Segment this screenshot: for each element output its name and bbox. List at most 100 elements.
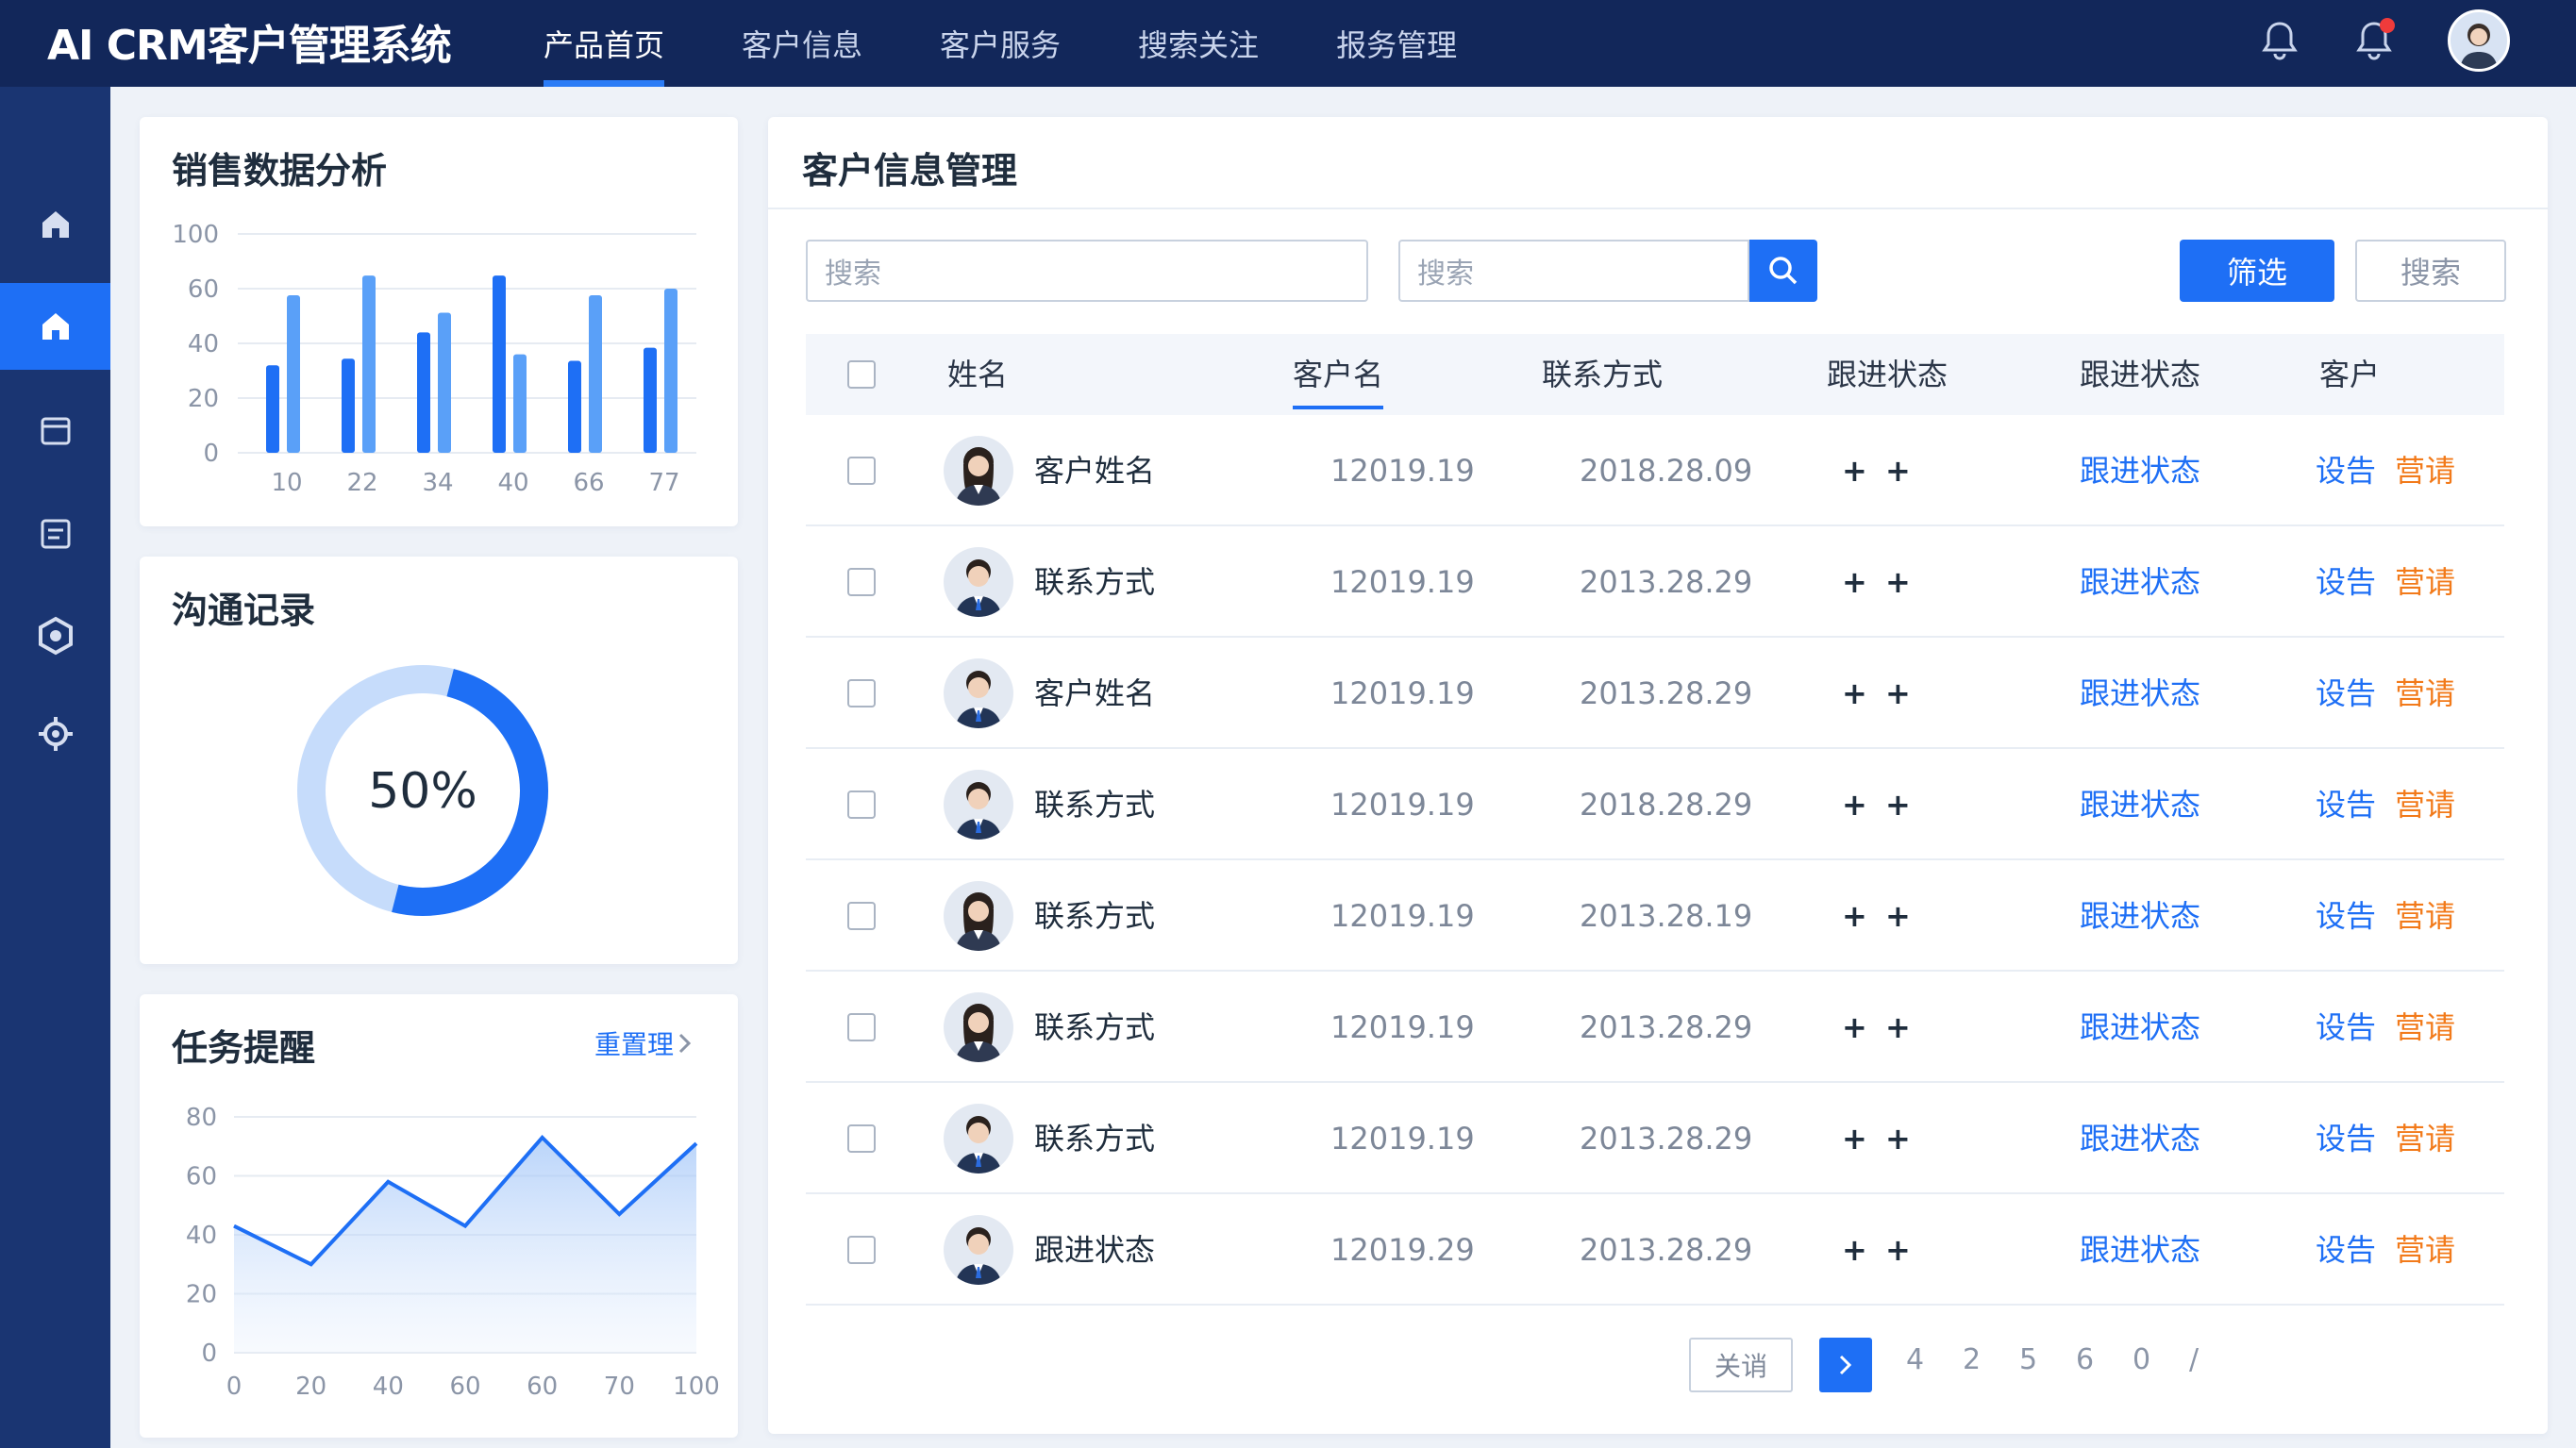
follow-status-link[interactable]: 跟进状态	[2080, 415, 2200, 526]
table-row[interactable]: 联系方式 12019.19 2013.28.29 + + 跟进状态 设告 营请	[806, 526, 2504, 638]
row-action-request[interactable]: 营请	[2395, 1083, 2455, 1194]
search-button[interactable]	[1749, 240, 1817, 302]
row-action-request[interactable]: 营请	[2395, 638, 2455, 749]
area-fill	[234, 1137, 696, 1353]
row-action-settings[interactable]: 设告	[2316, 972, 2376, 1083]
search-input-primary-placeholder: 搜索	[825, 258, 881, 291]
row-action-request[interactable]: 营请	[2395, 972, 2455, 1083]
row-checkbox[interactable]	[847, 1236, 876, 1264]
nav-item-customer-service[interactable]: 客户服务	[906, 0, 1095, 87]
follow-status-link[interactable]: 跟进状态	[2080, 1194, 2200, 1306]
contact-date: 2013.28.29	[1580, 675, 1753, 711]
customer-code: 12019.19	[1330, 1121, 1475, 1157]
status-value: + +	[1842, 787, 1915, 823]
follow-status-link[interactable]: 跟进状态	[2080, 1083, 2200, 1194]
search-input-primary[interactable]: 搜索	[806, 240, 1368, 302]
app-title: AI CRM客户管理系统	[47, 22, 452, 70]
pager-prev-button[interactable]: 关诮	[1689, 1338, 1793, 1392]
gear-icon[interactable]	[0, 691, 110, 777]
list-icon[interactable]	[0, 491, 110, 577]
header-contact[interactable]: 联系方式	[1542, 334, 1663, 415]
page-number[interactable]: 4	[1906, 1343, 1924, 1376]
sales-bar-chart: 100 60 40 20 0 10 22 34 40 66 77	[172, 221, 696, 497]
hexagon-settings-icon[interactable]	[0, 592, 110, 679]
bar	[362, 275, 376, 453]
nav-item-search-follow[interactable]: 搜索关注	[1104, 0, 1293, 87]
panel-divider	[768, 208, 2548, 209]
row-action-settings[interactable]: 设告	[2316, 638, 2376, 749]
table-row[interactable]: 联系方式 12019.19 2013.28.19 + + 跟进状态 设告 营请	[806, 860, 2504, 972]
follow-status-link[interactable]: 跟进状态	[2080, 972, 2200, 1083]
table-row[interactable]: 客户姓名 12019.19 2018.28.09 + + 跟进状态 设告 营请	[806, 415, 2504, 526]
bar	[342, 358, 355, 453]
filter-button[interactable]: 筛选	[2180, 240, 2334, 302]
row-action-request[interactable]: 营请	[2395, 860, 2455, 972]
top-bar: AI CRM客户管理系统 产品首页 客户信息 客户服务 搜索关注 报务管理	[0, 0, 2576, 87]
row-checkbox[interactable]	[847, 1013, 876, 1041]
row-checkbox[interactable]	[847, 902, 876, 930]
header-customer-name[interactable]: 客户名	[1293, 334, 1383, 415]
user-avatar[interactable]	[2448, 9, 2510, 72]
page-number[interactable]: /	[2189, 1343, 2199, 1376]
x-tick-label: 20	[295, 1373, 326, 1401]
pager-next-button[interactable]	[1819, 1338, 1872, 1392]
bar	[493, 275, 506, 453]
page-number[interactable]: 5	[2019, 1343, 2037, 1376]
header-follow-status[interactable]: 跟进状态	[1827, 334, 1948, 415]
task-area-chart: 80 60 40 20 00 20 40 60 60 70 100	[186, 1104, 720, 1401]
row-checkbox[interactable]	[847, 568, 876, 596]
header-name[interactable]: 姓名	[947, 334, 1008, 415]
header-customer[interactable]: 客户	[2319, 334, 2380, 415]
search-text-button[interactable]: 搜索	[2355, 240, 2506, 302]
home-icon[interactable]	[0, 181, 110, 268]
page-number[interactable]: 2	[1963, 1343, 1981, 1376]
row-checkbox[interactable]	[847, 679, 876, 707]
row-action-request[interactable]: 营请	[2395, 526, 2455, 638]
contact-date: 2013.28.29	[1580, 564, 1753, 600]
bar	[568, 360, 581, 453]
x-tick-label: 10	[271, 469, 302, 497]
row-action-settings[interactable]: 设告	[2316, 1083, 2376, 1194]
notification-bell-icon[interactable]	[2348, 14, 2400, 67]
y-tick-label: 40	[188, 330, 219, 358]
contact-date: 2013.28.19	[1580, 898, 1753, 934]
row-action-settings[interactable]: 设告	[2316, 749, 2376, 860]
bell-icon[interactable]	[2253, 14, 2306, 67]
follow-status-link[interactable]: 跟进状态	[2080, 749, 2200, 860]
follow-status-link[interactable]: 跟进状态	[2080, 526, 2200, 638]
header-follow-status-2[interactable]: 跟进状态	[2080, 334, 2200, 415]
customer-code: 12019.19	[1330, 1009, 1475, 1045]
row-action-settings[interactable]: 设告	[2316, 860, 2376, 972]
follow-status-link[interactable]: 跟进状态	[2080, 638, 2200, 749]
page-number[interactable]: 0	[2133, 1343, 2150, 1376]
follow-status-link[interactable]: 跟进状态	[2080, 860, 2200, 972]
nav-item-customer-info[interactable]: 客户信息	[708, 0, 896, 87]
table-row[interactable]: 跟进状态 12019.29 2013.28.29 + + 跟进状态 设告 营请	[806, 1194, 2504, 1306]
row-checkbox[interactable]	[847, 791, 876, 819]
table-row[interactable]: 客户姓名 12019.19 2013.28.29 + + 跟进状态 设告 营请	[806, 638, 2504, 749]
sidebar-item-home[interactable]	[0, 283, 110, 370]
row-action-request[interactable]: 营请	[2395, 749, 2455, 860]
table-row[interactable]: 联系方式 12019.19 2018.28.29 + + 跟进状态 设告 营请	[806, 749, 2504, 860]
row-checkbox[interactable]	[847, 457, 876, 485]
customer-avatar	[944, 658, 1013, 728]
nav-item-task-manage[interactable]: 报务管理	[1302, 0, 1491, 87]
nav-item-home[interactable]: 产品首页	[510, 0, 698, 87]
x-tick-label: 60	[527, 1373, 558, 1401]
customer-code: 12019.19	[1330, 898, 1475, 934]
search-input-secondary[interactable]: 搜索	[1398, 240, 1749, 302]
contact-date: 2018.28.29	[1580, 787, 1753, 823]
row-action-settings[interactable]: 设告	[2316, 526, 2376, 638]
table-row[interactable]: 联系方式 12019.19 2013.28.29 + + 跟进状态 设告 营请	[806, 1083, 2504, 1194]
row-checkbox[interactable]	[847, 1124, 876, 1153]
x-tick-label: 66	[573, 469, 604, 497]
select-all-checkbox[interactable]	[847, 360, 876, 389]
row-action-settings[interactable]: 设告	[2316, 1194, 2376, 1306]
row-action-settings[interactable]: 设告	[2316, 415, 2376, 526]
row-action-request[interactable]: 营请	[2395, 1194, 2455, 1306]
calendar-icon[interactable]	[0, 387, 110, 474]
status-value: + +	[1842, 1232, 1915, 1268]
table-row[interactable]: 联系方式 12019.19 2013.28.29 + + 跟进状态 设告 营请	[806, 972, 2504, 1083]
page-number[interactable]: 6	[2076, 1343, 2094, 1376]
row-action-request[interactable]: 营请	[2395, 415, 2455, 526]
